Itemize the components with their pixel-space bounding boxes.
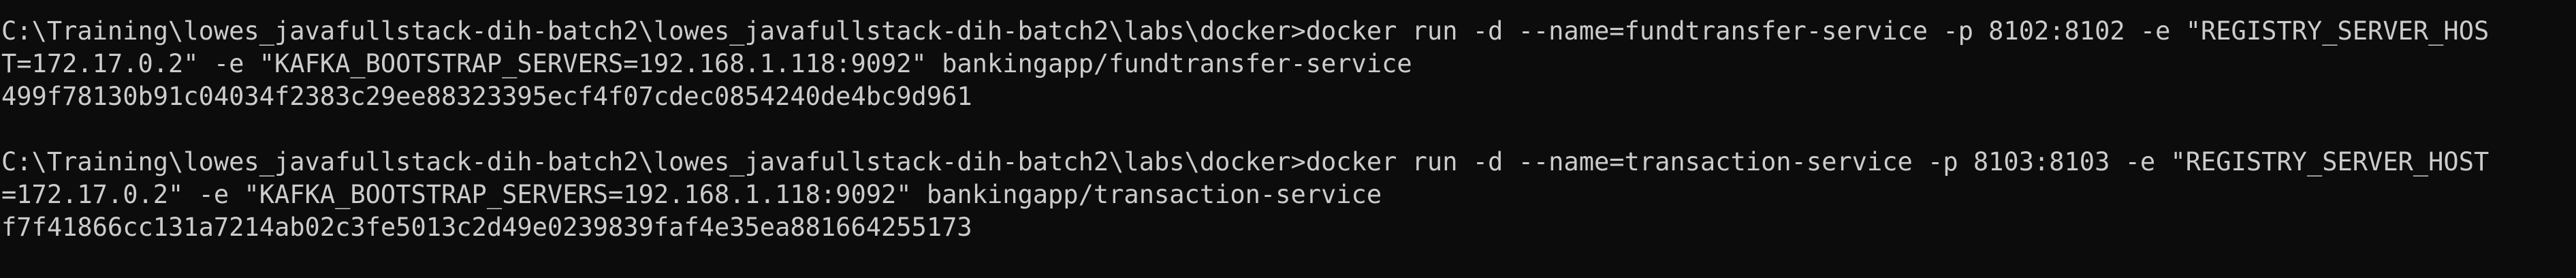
- container-id-line-2: f7f41866cc131a7214ab02c3fe5013c2d49e0239…: [1, 213, 972, 242]
- command-line-1-part-2: T=172.17.0.2" -e "KAFKA_BOOTSTRAP_SERVER…: [1, 49, 1412, 78]
- command-line-2-part-1: C:\Training\lowes_javafullstack-dih-batc…: [1, 147, 2490, 176]
- command-line-1-part-1: C:\Training\lowes_javafullstack-dih-batc…: [1, 16, 2490, 46]
- terminal-output[interactable]: C:\Training\lowes_javafullstack-dih-batc…: [0, 0, 2576, 278]
- container-id-line-1: 499f78130b91c04034f2383c29ee88323395ecf4…: [1, 82, 972, 111]
- command-line-2-part-2: =172.17.0.2" -e "KAFKA_BOOTSTRAP_SERVERS…: [1, 180, 1382, 209]
